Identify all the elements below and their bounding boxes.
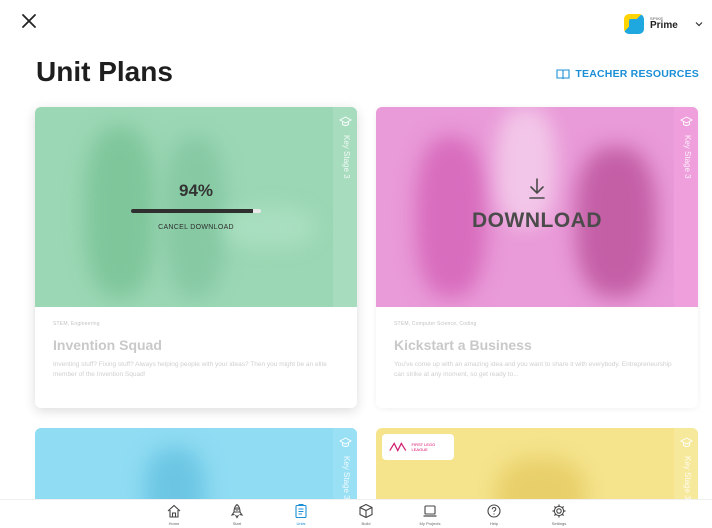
download-button[interactable]: DOWNLOAD <box>376 177 698 233</box>
download-progress-fill <box>131 209 254 213</box>
unit-card-invention-squad[interactable]: Key Stage 3 94% CANCEL DOWNLOAD STEM, En… <box>35 107 357 408</box>
first-logo-icon <box>389 442 407 452</box>
card-tags: STEM, Engineering <box>53 321 100 327</box>
card-description: You've come up with an amazing idea and … <box>394 361 672 378</box>
cube-icon <box>359 503 373 519</box>
book-icon <box>556 69 570 80</box>
key-stage-label: Key Stage 3 <box>342 456 351 500</box>
home-icon <box>167 504 181 518</box>
spike-prime-logo <box>624 14 644 34</box>
nav-units[interactable]: Units <box>276 503 326 526</box>
nav-help[interactable]: Help <box>469 503 519 526</box>
rocket-icon <box>230 503 244 519</box>
card-body: STEM, Computer Science, Coding Kickstart… <box>376 307 698 380</box>
card-description: Inventing stuff? Fixing stuff? Always he… <box>53 361 327 378</box>
key-stage-label: Key Stage 3 <box>683 456 692 500</box>
key-stage-strip: Key Stage 3 <box>333 107 357 307</box>
nav-label: Units <box>296 521 306 526</box>
key-stage-label: Key Stage 3 <box>683 135 692 179</box>
download-progress-overlay: 94% CANCEL DOWNLOAD <box>131 181 261 231</box>
gear-icon <box>552 504 566 518</box>
mortarboard-icon <box>339 116 352 126</box>
mortarboard-icon <box>680 116 693 126</box>
nav-label: Build <box>361 521 371 526</box>
mortarboard-icon <box>339 437 352 447</box>
clipboard-icon <box>295 504 307 519</box>
card-tags: STEM, Computer Science, Coding <box>394 321 477 327</box>
bottom-nav: Home Start Units Build My Projects Help … <box>0 499 712 528</box>
mortarboard-icon <box>680 437 693 447</box>
nav-home[interactable]: Home <box>149 503 199 526</box>
unit-card-kickstart-a-business[interactable]: Key Stage 3 DOWNLOAD STEM, Computer Scie… <box>376 107 698 408</box>
card-title: Invention Squad <box>53 337 162 353</box>
cancel-download-button[interactable]: CANCEL DOWNLOAD <box>131 224 261 231</box>
close-icon <box>22 14 36 28</box>
card-body: STEM, Engineering Invention Squad Invent… <box>35 307 357 380</box>
app-name-big: Prime <box>650 20 678 31</box>
nav-label: Settings <box>551 521 567 526</box>
card-title: Kickstart a Business <box>394 337 532 353</box>
laptop-icon <box>423 505 437 517</box>
teacher-resources-label: TEACHER RESOURCES <box>575 68 699 80</box>
nav-build[interactable]: Build <box>341 503 391 526</box>
help-icon <box>487 504 501 518</box>
nav-my-projects[interactable]: My Projects <box>405 503 455 526</box>
first-lego-league-badge: FIRST LEGO LEAGUE <box>382 434 454 460</box>
nav-label: My Projects <box>419 521 441 526</box>
download-icon <box>529 178 545 199</box>
page-title: Unit Plans <box>36 56 173 87</box>
card-image: Key Stage 3 DOWNLOAD <box>376 107 698 307</box>
nav-label: Start <box>232 521 242 526</box>
top-bar: SPIKE Prime <box>0 0 712 44</box>
nav-label: Help <box>489 521 499 526</box>
download-percent: 94% <box>178 181 214 200</box>
card-image: Key Stage 3 94% CANCEL DOWNLOAD <box>35 107 357 307</box>
nav-start[interactable]: Start <box>212 503 262 526</box>
close-button[interactable] <box>18 10 40 32</box>
teacher-resources-link[interactable]: TEACHER RESOURCES <box>556 68 699 80</box>
key-stage-label: Key Stage 3 <box>342 135 351 179</box>
badge-text: FIRST LEGO LEAGUE <box>411 442 436 452</box>
app-name: SPIKE Prime <box>650 17 678 31</box>
nav-settings[interactable]: Settings <box>534 503 584 526</box>
nav-label: Home <box>168 521 180 526</box>
chevron-down-icon <box>695 22 703 27</box>
app-switcher[interactable]: SPIKE Prime <box>624 12 704 36</box>
download-label: DOWNLOAD <box>472 209 602 232</box>
download-progress-bar <box>131 209 261 213</box>
